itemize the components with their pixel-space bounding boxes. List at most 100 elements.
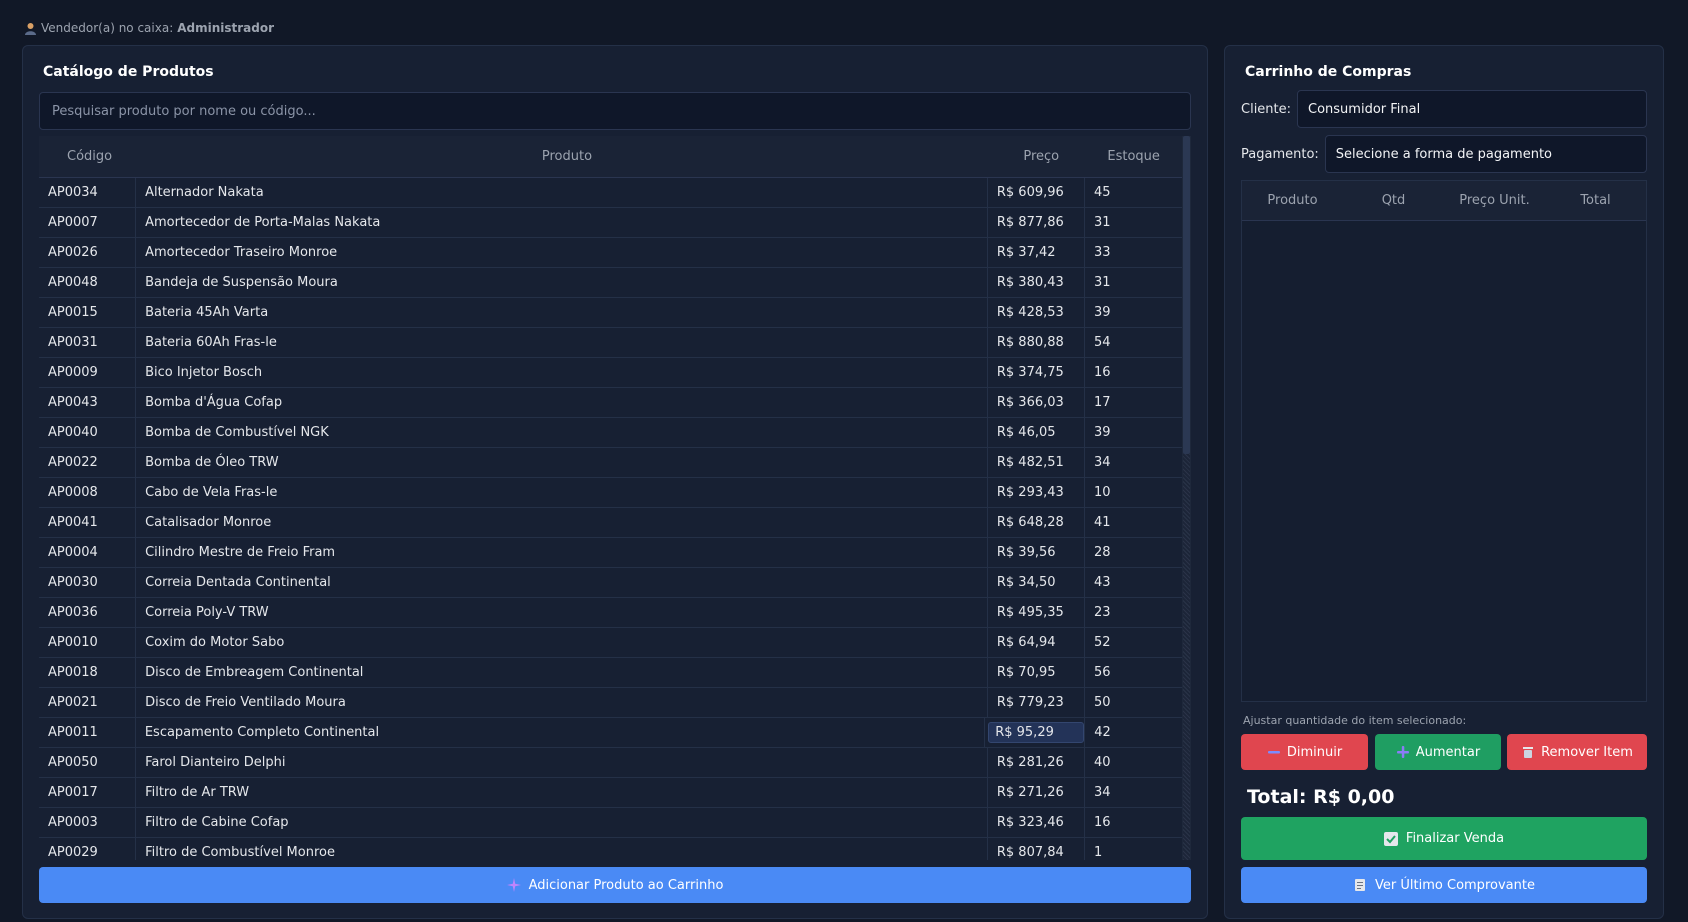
table-row[interactable]: AP0021 Disco de Freio Ventilado Moura R$ 7… — [39, 688, 1182, 718]
column-header-code[interactable]: Código — [39, 136, 137, 177]
cell-price-text: R$ 366,03 — [996, 395, 1064, 410]
cell-stock-text: 52 — [1093, 635, 1111, 650]
table-row[interactable]: AP0003 Filtro de Cabine Cofap R$ 323,46 16 — [39, 808, 1182, 838]
cell-product: Bandeja de Suspensão Moura — [136, 268, 988, 297]
cell-price-text: R$ 70,95 — [996, 665, 1056, 680]
cart-total: Total: R$ 0,00 — [1247, 786, 1395, 808]
remove-item-button[interactable]: Remover Item — [1507, 734, 1647, 770]
cell-product: Bico Injetor Bosch — [136, 358, 988, 387]
cell-price: R$ 70,95 — [988, 658, 1085, 687]
column-header-price[interactable]: Preço — [988, 136, 1085, 177]
column-header-stock[interactable]: Estoque — [1085, 136, 1182, 177]
table-row[interactable]: AP0018 Disco de Embreagem Continental R$ 7… — [39, 658, 1182, 688]
finish-sale-button[interactable]: Finalizar Venda — [1241, 817, 1647, 860]
cell-price-text: R$ 495,35 — [996, 605, 1064, 620]
table-row[interactable]: AP0036 Correia Poly-V TRW R$ 495,35 23 — [39, 598, 1182, 628]
cell-product-text: Amortecedor Traseiro Monroe — [145, 245, 338, 260]
cell-code-text: AP0003 — [48, 815, 98, 830]
decrease-button[interactable]: Diminuir — [1241, 734, 1368, 770]
cell-product-text: Catalisador Monroe — [145, 515, 272, 530]
add-to-cart-button[interactable]: Adicionar Produto ao Carrinho — [39, 867, 1191, 903]
client-field[interactable]: Consumidor Final — [1297, 90, 1647, 128]
client-label: Cliente: — [1241, 101, 1292, 117]
cell-price-text: R$ 807,84 — [996, 845, 1064, 860]
cell-price: R$ 64,94 — [988, 628, 1085, 657]
table-row[interactable]: AP0017 Filtro de Ar TRW R$ 271,26 34 — [39, 778, 1182, 808]
cell-product: Amortecedor de Porta-Malas Nakata — [136, 208, 988, 237]
cell-code: AP0031 — [39, 328, 137, 357]
table-row[interactable]: AP0011 Escapamento Completo Continental R$… — [39, 718, 1182, 748]
increase-button[interactable]: Aumentar — [1375, 734, 1501, 770]
cell-code: AP0034 — [39, 178, 137, 207]
view-receipt-button[interactable]: Ver Último Comprovante — [1241, 867, 1647, 903]
cell-product-text: Cabo de Vela Fras-le — [145, 485, 278, 500]
plus-icon — [1396, 745, 1410, 759]
cell-code: AP0018 — [39, 658, 137, 687]
scrollbar-thumb[interactable] — [1183, 136, 1190, 454]
table-row[interactable]: AP0041 Catalisador Monroe R$ 648,28 41 — [39, 508, 1182, 538]
cell-price-text: R$ 380,43 — [996, 275, 1064, 290]
cart-title: Carrinho de Compras — [1245, 64, 1412, 80]
table-row[interactable]: AP0031 Bateria 60Ah Fras-le R$ 880,88 54 — [39, 328, 1182, 358]
table-row[interactable]: AP0026 Amortecedor Traseiro Monroe R$ 37,4… — [39, 238, 1182, 268]
table-row[interactable]: AP0004 Cilindro Mestre de Freio Fram R$ 39… — [39, 538, 1182, 568]
column-header-product[interactable]: Produto — [137, 136, 989, 177]
cell-product-text: Bomba de Óleo TRW — [145, 455, 279, 470]
cell-product: Filtro de Ar TRW — [136, 778, 988, 807]
cell-price: R$ 366,03 — [988, 388, 1085, 417]
table-row[interactable]: AP0007 Amortecedor de Porta-Malas Nakata R… — [39, 208, 1182, 238]
cell-stock-text: 31 — [1093, 215, 1111, 230]
cell-stock-text: 28 — [1093, 545, 1111, 560]
cell-stock-text: 42 — [1094, 725, 1111, 740]
seller-info: Vendedor(a) no caixa: Administrador — [24, 18, 274, 38]
cell-price-text: R$ 64,94 — [996, 635, 1056, 650]
table-row[interactable]: AP0008 Cabo de Vela Fras-le R$ 293,43 10 — [39, 478, 1182, 508]
table-scrollbar[interactable] — [1182, 136, 1191, 860]
cell-code: AP0003 — [39, 808, 137, 837]
table-row[interactable]: AP0043 Bomba d'Água Cofap R$ 366,03 17 — [39, 388, 1182, 418]
cell-product: Alternador Nakata — [136, 178, 988, 207]
cell-code: AP0007 — [39, 208, 137, 237]
cell-stock-text: 40 — [1093, 755, 1111, 770]
table-row[interactable]: AP0048 Bandeja de Suspensão Moura R$ 380,4… — [39, 268, 1182, 298]
table-row[interactable]: AP0034 Alternador Nakata R$ 609,96 45 — [39, 178, 1182, 208]
table-row[interactable]: AP0015 Bateria 45Ah Varta R$ 428,53 39 — [39, 298, 1182, 328]
search-input[interactable]: Pesquisar produto por nome ou código... — [39, 92, 1191, 130]
cell-price: R$ 880,88 — [988, 328, 1085, 357]
view-receipt-label: Ver Último Comprovante — [1375, 877, 1535, 893]
cell-stock-text: 43 — [1093, 575, 1111, 590]
cell-product: Disco de Freio Ventilado Moura — [136, 688, 988, 717]
table-row[interactable]: AP0010 Coxim do Motor Sabo R$ 64,94 52 — [39, 628, 1182, 658]
table-row[interactable]: AP0022 Bomba de Óleo TRW R$ 482,51 34 — [39, 448, 1182, 478]
cart-column-total[interactable]: Total — [1545, 193, 1646, 208]
cell-code: AP0040 — [39, 418, 137, 447]
remove-item-label: Remover Item — [1541, 744, 1633, 760]
cell-code: AP0048 — [39, 268, 137, 297]
cell-product-text: Amortecedor de Porta-Malas Nakata — [145, 215, 381, 230]
table-row[interactable]: AP0009 Bico Injetor Bosch R$ 374,75 16 — [39, 358, 1182, 388]
table-row[interactable]: AP0040 Bomba de Combustível NGK R$ 46,05 39 — [39, 418, 1182, 448]
cell-stock: 28 — [1085, 538, 1182, 567]
cell-product: Bomba de Óleo TRW — [136, 448, 988, 477]
table-row[interactable]: AP0030 Correia Dentada Continental R$ 34,5… — [39, 568, 1182, 598]
cell-price-text: R$ 293,43 — [996, 485, 1064, 500]
payment-row: Pagamento: Selecione a forma de pagament… — [1241, 135, 1647, 173]
cell-stock: 17 — [1085, 388, 1182, 417]
table-row[interactable]: AP0029 Filtro de Combustível Monroe R$ 807… — [39, 838, 1182, 860]
cell-code-text: AP0007 — [48, 215, 98, 230]
cell-stock: 41 — [1085, 508, 1182, 537]
cell-code: AP0029 — [39, 838, 137, 860]
catalog-title: Catálogo de Produtos — [43, 64, 214, 80]
payment-select[interactable]: Selecione a forma de pagamento — [1324, 135, 1647, 173]
cell-product: Cilindro Mestre de Freio Fram — [136, 538, 988, 567]
cell-stock: 31 — [1085, 208, 1182, 237]
cart-column-qty[interactable]: Qtd — [1343, 193, 1444, 208]
scrollbar-track[interactable] — [1183, 454, 1190, 860]
table-row[interactable]: AP0050 Farol Dianteiro Delphi R$ 281,26 40 — [39, 748, 1182, 778]
cell-stock-text: 34 — [1093, 785, 1111, 800]
cart-column-unit-price[interactable]: Preço Unit. — [1444, 193, 1545, 208]
receipt-icon — [1353, 878, 1367, 892]
cart-column-product[interactable]: Produto — [1242, 193, 1343, 208]
cell-price: R$ 34,50 — [988, 568, 1085, 597]
cell-code-text: AP0050 — [48, 755, 98, 770]
